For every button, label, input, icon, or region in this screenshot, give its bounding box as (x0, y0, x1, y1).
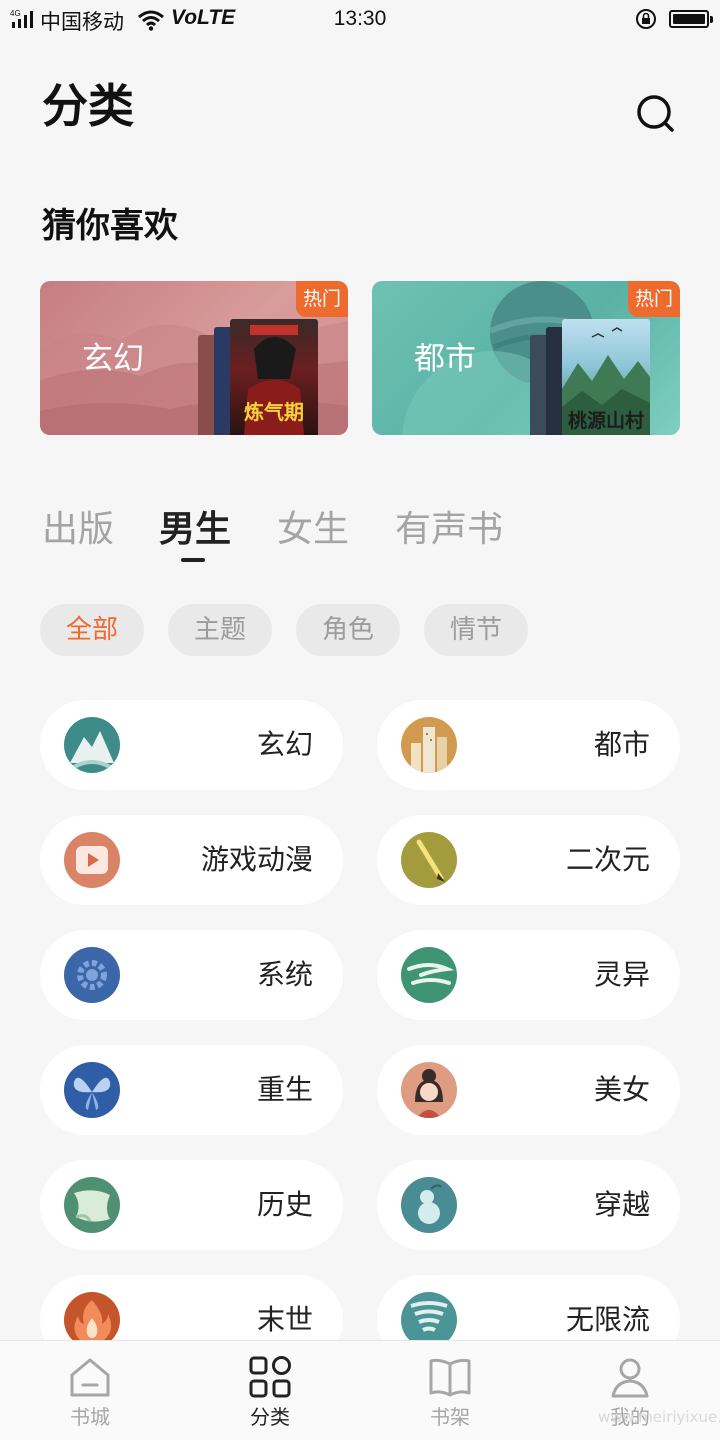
user-icon (611, 1358, 649, 1398)
category-item-chuanyue[interactable]: 穿越 (377, 1160, 680, 1250)
category-item-meinv[interactable]: 美女 (377, 1045, 680, 1135)
category-label: 末世 (256, 1303, 313, 1336)
book-cover-front: 炼气期 (230, 319, 318, 435)
girl-face-icon (401, 1062, 457, 1118)
nav-label: 书架 (430, 1405, 470, 1429)
book-cover-art: 桃源山村 (562, 327, 650, 435)
hot-card-dushi[interactable]: 都市 热门 桃源山村 (372, 281, 680, 435)
nav-label: 书城 (70, 1405, 110, 1429)
gear-icon (64, 947, 120, 1003)
nav-item-bookshelf[interactable]: 书架 (360, 1341, 540, 1440)
hot-card-xuanhuan[interactable]: 玄幻 热门 炼气期 (40, 281, 348, 435)
nav-item-category[interactable]: 分类 (180, 1341, 360, 1440)
category-item-lishi[interactable]: 历史 (40, 1160, 343, 1250)
svg-text:桃源山村: 桃源山村 (568, 409, 644, 432)
svg-text:炼气期: 炼气期 (244, 400, 304, 424)
wind-icon (401, 947, 457, 1003)
category-item-chongsheng[interactable]: 重生 (40, 1045, 343, 1135)
category-label: 都市 (593, 728, 650, 761)
recommend-section-title: 猜你喜欢 (42, 206, 178, 246)
category-item-lingyi[interactable]: 灵异 (377, 930, 680, 1020)
category-item-xuanhuan[interactable]: 玄幻 (40, 700, 343, 790)
category-label: 穿越 (593, 1188, 650, 1221)
active-tab-indicator (181, 558, 205, 562)
filter-chip-plot[interactable]: 情节 (424, 604, 528, 656)
butterfly-icon (64, 1062, 120, 1118)
book-cover-art: 炼气期 (244, 325, 304, 435)
category-label: 游戏动漫 (200, 843, 313, 876)
rotation-lock-icon (636, 9, 656, 29)
filter-chip-role[interactable]: 角色 (296, 604, 400, 656)
category-item-youxidongman[interactable]: 游戏动漫 (40, 815, 343, 905)
home-icon (70, 1358, 110, 1397)
category-label: 玄幻 (256, 728, 313, 761)
category-item-xitong[interactable]: 系统 (40, 930, 343, 1020)
category-label: 无限流 (565, 1303, 650, 1336)
filter-chip-theme[interactable]: 主题 (168, 604, 272, 656)
category-item-dushi[interactable]: 都市 (377, 700, 680, 790)
category-label: 灵异 (593, 958, 650, 991)
gourd-icon (401, 1177, 457, 1233)
hot-badge: 热门 (296, 281, 348, 317)
category-grid-icon (249, 1356, 291, 1398)
city-buildings-icon (401, 717, 457, 773)
book-cover-front: 桃源山村 (562, 319, 650, 435)
clock: 13:30 (333, 7, 387, 30)
hot-badge: 热门 (628, 281, 680, 317)
category-label: 历史 (256, 1188, 313, 1221)
play-button-icon (64, 832, 120, 888)
battery-icon (669, 10, 713, 28)
category-label: 系统 (256, 958, 313, 991)
brush-icon (401, 832, 457, 888)
card-label: 都市 (414, 341, 476, 377)
category-label: 重生 (256, 1073, 313, 1106)
book-icon (429, 1358, 471, 1397)
category-label: 二次元 (565, 843, 650, 876)
tab-nvsheng[interactable]: 女生 (277, 500, 349, 560)
status-bar: 4G 中国移动 VoLTE 13:30 (0, 0, 720, 40)
filter-chip-all[interactable]: 全部 (40, 604, 144, 656)
category-label: 美女 (593, 1073, 650, 1106)
tab-chuban[interactable]: 出版 (42, 500, 114, 560)
nav-item-bookstore[interactable]: 书城 (0, 1341, 180, 1440)
mountain-icon (64, 717, 120, 773)
tab-youshengshu[interactable]: 有声书 (395, 500, 503, 560)
nav-label: 分类 (250, 1405, 290, 1429)
scroll-icon (64, 1177, 120, 1233)
search-icon[interactable] (632, 90, 680, 138)
category-item-erciyuan[interactable]: 二次元 (377, 815, 680, 905)
card-label: 玄幻 (82, 341, 144, 377)
page-title: 分类 (42, 79, 134, 133)
watermark: www.meiriyixue.cn (598, 1408, 720, 1426)
tab-nansheng[interactable]: 男生 (159, 500, 231, 560)
